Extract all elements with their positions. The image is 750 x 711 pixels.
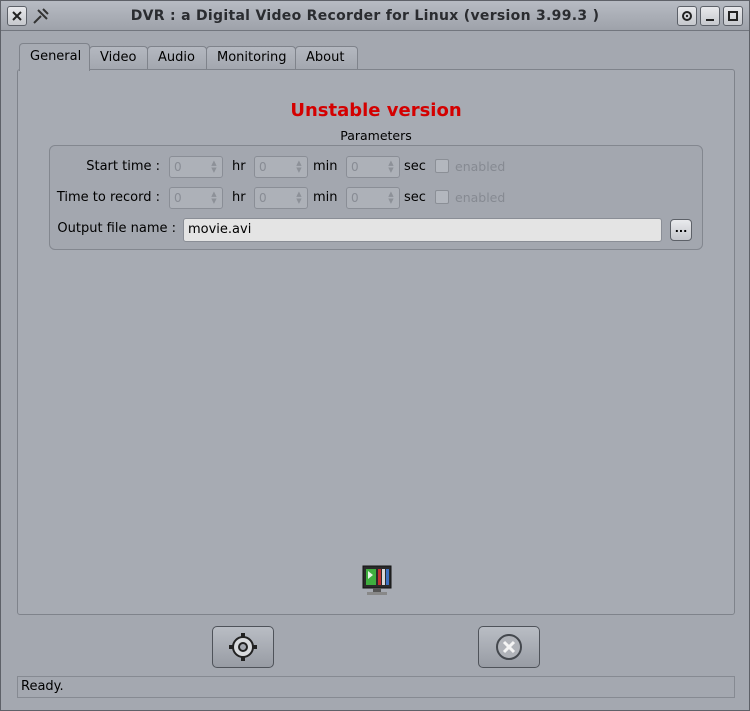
close-icon bbox=[12, 11, 22, 21]
spin-arrows-icon: ▲ ▼ bbox=[296, 190, 302, 205]
tab-monitoring[interactable]: Monitoring bbox=[206, 46, 296, 70]
output-file-input[interactable]: movie.avi bbox=[183, 218, 662, 242]
parameters-label: Parameters bbox=[340, 128, 412, 143]
time-to-record-label: Time to record : bbox=[56, 190, 160, 205]
start-recording-button[interactable] bbox=[212, 626, 274, 668]
start-hr-value: 0 bbox=[174, 160, 182, 174]
start-sec-spinbox[interactable]: 0 ▲ ▼ bbox=[346, 156, 400, 178]
start-sec-value: 0 bbox=[351, 160, 359, 174]
cancel-button[interactable] bbox=[478, 626, 540, 668]
app-window: DVR : a Digital Video Recorder for Linux… bbox=[0, 0, 750, 711]
record-enabled-label: enabled bbox=[455, 190, 506, 205]
title-bar: DVR : a Digital Video Recorder for Linux… bbox=[1, 1, 749, 31]
record-sec-spinbox[interactable]: 0 ▲ ▼ bbox=[346, 187, 400, 209]
record-min-value: 0 bbox=[259, 191, 267, 205]
start-hr-unit: hr bbox=[232, 159, 246, 174]
start-time-label: Start time : bbox=[86, 159, 160, 174]
start-enabled-checkbox[interactable] bbox=[435, 159, 449, 173]
spin-arrows-icon: ▲ ▼ bbox=[388, 159, 394, 174]
gear-icon bbox=[682, 11, 692, 21]
maximize-button[interactable] bbox=[723, 6, 743, 26]
record-sec-value: 0 bbox=[351, 191, 359, 205]
minimize-button[interactable] bbox=[700, 6, 720, 26]
pin-icon[interactable] bbox=[31, 6, 51, 26]
unstable-notice: Unstable version bbox=[290, 100, 462, 121]
tab-general[interactable]: General bbox=[19, 43, 90, 71]
spin-arrows-icon: ▲ ▼ bbox=[388, 190, 394, 205]
record-min-spinbox[interactable]: 0 ▲ ▼ bbox=[254, 187, 308, 209]
close-button[interactable] bbox=[7, 6, 27, 26]
general-panel: Unstable version Parameters Start time :… bbox=[17, 69, 735, 615]
record-min-unit: min bbox=[313, 190, 338, 205]
record-hr-spinbox[interactable]: 0 ▲ ▼ bbox=[169, 187, 223, 209]
status-bar: Ready. bbox=[17, 676, 735, 698]
record-sec-unit: sec bbox=[404, 190, 426, 205]
minimize-icon bbox=[706, 19, 714, 21]
record-hr-unit: hr bbox=[232, 190, 246, 205]
start-sec-unit: sec bbox=[404, 159, 426, 174]
start-min-value: 0 bbox=[259, 160, 267, 174]
record-enabled-checkbox[interactable] bbox=[435, 190, 449, 204]
window-title: DVR : a Digital Video Recorder for Linux… bbox=[130, 8, 600, 24]
output-file-label: Output file name : bbox=[57, 221, 176, 236]
options-button[interactable] bbox=[677, 6, 697, 26]
dvr-logo-icon bbox=[360, 564, 394, 598]
spin-arrows-icon: ▲ ▼ bbox=[211, 159, 217, 174]
tab-audio[interactable]: Audio bbox=[147, 46, 207, 70]
spin-arrows-icon: ▲ ▼ bbox=[296, 159, 302, 174]
browse-button[interactable]: ... bbox=[670, 219, 692, 241]
start-min-spinbox[interactable]: 0 ▲ ▼ bbox=[254, 156, 308, 178]
start-min-unit: min bbox=[313, 159, 338, 174]
start-hr-spinbox[interactable]: 0 ▲ ▼ bbox=[169, 156, 223, 178]
maximize-icon bbox=[728, 11, 738, 21]
tab-video[interactable]: Video bbox=[89, 46, 148, 70]
parameters-group: Start time : 0 ▲ ▼ hr 0 ▲ ▼ min 0 ▲ ▼ sec e… bbox=[49, 145, 703, 250]
cancel-icon bbox=[496, 634, 522, 660]
record-hr-value: 0 bbox=[174, 191, 182, 205]
tab-about[interactable]: About bbox=[295, 46, 358, 70]
spin-arrows-icon: ▲ ▼ bbox=[211, 190, 217, 205]
settings-gear-icon bbox=[229, 633, 257, 661]
start-enabled-label: enabled bbox=[455, 159, 506, 174]
